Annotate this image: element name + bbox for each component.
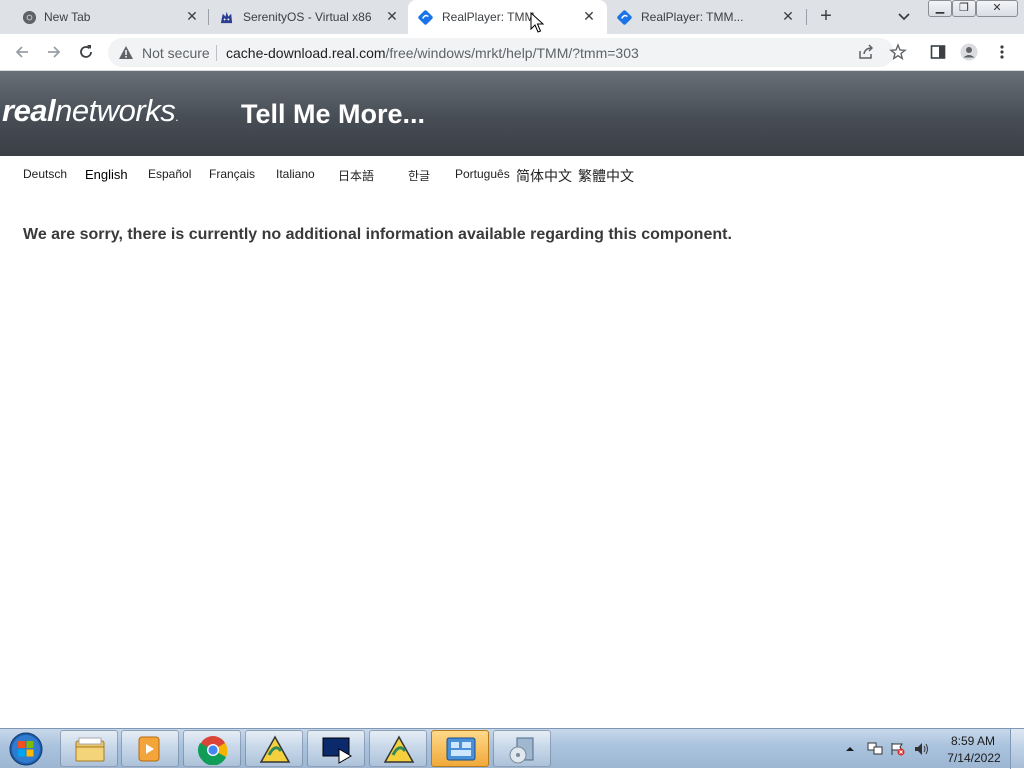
taskbar-real-player[interactable] bbox=[307, 730, 365, 767]
real-player-icon bbox=[322, 737, 352, 764]
show-desktop-button[interactable] bbox=[1010, 729, 1024, 769]
info-message: We are sorry, there is currently no addi… bbox=[23, 226, 732, 243]
explorer-icon bbox=[75, 737, 105, 762]
close-tab-icon[interactable]: ✕ bbox=[384, 8, 400, 24]
chrome-icon bbox=[22, 10, 37, 25]
windows-taskbar: 8:59 AM 7/14/2022 bbox=[0, 728, 1024, 769]
tab-new-tab[interactable]: New Tab ✕ bbox=[8, 0, 208, 34]
lang-link-english[interactable]: English bbox=[85, 167, 128, 182]
page-header-banner: realnetworks. Tell Me More... bbox=[0, 71, 1024, 156]
realplayer-installer-icon bbox=[259, 735, 291, 763]
realnetworks-logo[interactable]: realnetworks. bbox=[2, 93, 179, 129]
action-center-icon[interactable] bbox=[890, 742, 906, 756]
control-panel-icon bbox=[446, 737, 476, 761]
tab-title: SerenityOS - Virtual x86 bbox=[243, 10, 372, 24]
close-tab-icon[interactable]: ✕ bbox=[184, 8, 200, 24]
new-tab-button[interactable]: + bbox=[815, 6, 837, 28]
tab-title: RealPlayer: TMM... bbox=[641, 10, 744, 24]
close-tab-icon[interactable]: ✕ bbox=[780, 8, 796, 24]
taskbar-realplayer-installer[interactable] bbox=[245, 730, 303, 767]
taskbar-explorer[interactable] bbox=[60, 730, 118, 767]
restore-icon: ❐ bbox=[959, 2, 969, 14]
windows-start-icon[interactable] bbox=[4, 731, 48, 767]
reload-icon[interactable] bbox=[76, 42, 96, 62]
logo-mark: . bbox=[175, 110, 179, 124]
lang-link-japanese[interactable]: 日本語 bbox=[338, 167, 374, 184]
browser-tab-strip: New Tab ✕ SerenityOS - Virtual x86 ✕ Rea… bbox=[0, 0, 1024, 34]
minimize-icon: ▁ bbox=[935, 2, 945, 14]
tab-realplayer[interactable]: RealPlayer: TMM... ✕ bbox=[607, 0, 807, 34]
network-icon[interactable] bbox=[867, 742, 883, 756]
show-hidden-icons-icon[interactable] bbox=[845, 742, 855, 756]
url-text[interactable]: cache-download.real.com/free/windows/mrk… bbox=[226, 45, 639, 61]
lang-link-francais[interactable]: Français bbox=[209, 167, 255, 181]
taskbar-chrome[interactable] bbox=[183, 730, 241, 767]
kebab-menu-icon[interactable] bbox=[994, 43, 1010, 61]
clock-date[interactable]: 7/14/2022 bbox=[944, 751, 1004, 765]
taskbar-control-panel[interactable] bbox=[431, 730, 489, 767]
browser-toolbar: Not secure cache-download.real.com/free/… bbox=[0, 34, 1024, 71]
taskbar-realplayer-installer[interactable] bbox=[369, 730, 427, 767]
page-title: Tell Me More... bbox=[241, 99, 426, 129]
mouse-cursor-icon bbox=[530, 12, 544, 33]
disc-setup-icon bbox=[509, 737, 534, 764]
logo-bold: real bbox=[2, 93, 56, 128]
clock-time[interactable]: 8:59 AM bbox=[948, 734, 998, 748]
lang-link-traditional-chinese[interactable]: 繁體中文 bbox=[578, 166, 634, 186]
tab-serenityos[interactable]: SerenityOS - Virtual x86 ✕ bbox=[208, 0, 408, 34]
realplayer-installer-icon bbox=[383, 735, 415, 763]
volume-icon[interactable] bbox=[914, 742, 930, 756]
taskbar-media-player[interactable] bbox=[121, 730, 179, 767]
chrome-icon bbox=[198, 736, 228, 765]
back-icon[interactable] bbox=[12, 42, 32, 62]
lang-link-portugues[interactable]: Português bbox=[455, 167, 510, 181]
side-panel-icon[interactable] bbox=[929, 43, 947, 61]
lang-link-espanol[interactable]: Español bbox=[148, 167, 191, 181]
lang-link-deutsch[interactable]: Deutsch bbox=[23, 167, 67, 181]
minimize-button[interactable]: ▁ bbox=[928, 0, 952, 17]
security-label[interactable]: Not secure bbox=[142, 45, 210, 61]
language-bar: Deutsch English Español Français Italian… bbox=[0, 156, 1024, 192]
divider bbox=[216, 45, 217, 61]
close-tab-icon[interactable]: ✕ bbox=[581, 8, 597, 24]
taskbar-disc-setup[interactable] bbox=[493, 730, 551, 767]
lang-link-italiano[interactable]: Italiano bbox=[276, 167, 315, 181]
window-close-button[interactable]: ✕ bbox=[976, 0, 1018, 17]
url-host: cache-download.real.com bbox=[226, 45, 386, 61]
realplayer-icon bbox=[617, 10, 632, 25]
profile-avatar-icon[interactable] bbox=[960, 43, 978, 61]
maximize-button[interactable]: ❐ bbox=[952, 0, 976, 17]
lang-link-simplified-chinese[interactable]: 简体中文 bbox=[516, 166, 572, 186]
share-icon[interactable] bbox=[857, 43, 875, 61]
address-bar[interactable]: Not secure cache-download.real.com/free/… bbox=[108, 38, 894, 67]
tab-realplayer-active[interactable]: RealPlayer: TMM ✕ bbox=[408, 0, 607, 34]
logo-light: networks bbox=[55, 93, 176, 128]
bookmark-star-icon[interactable] bbox=[889, 43, 907, 61]
close-icon: ✕ bbox=[992, 2, 1002, 14]
forward-icon[interactable] bbox=[44, 42, 64, 62]
url-path: /free/windows/mrkt/help/TMM/?tmm=303 bbox=[385, 45, 639, 61]
media-player-icon bbox=[138, 736, 160, 762]
serenityos-icon bbox=[220, 11, 233, 24]
tab-separator bbox=[806, 9, 807, 25]
chevron-down-icon[interactable] bbox=[895, 9, 913, 25]
warning-icon[interactable] bbox=[118, 45, 134, 60]
realplayer-icon bbox=[418, 10, 433, 25]
tab-title: New Tab bbox=[44, 10, 91, 24]
lang-link-korean[interactable]: 한글 bbox=[408, 167, 430, 184]
